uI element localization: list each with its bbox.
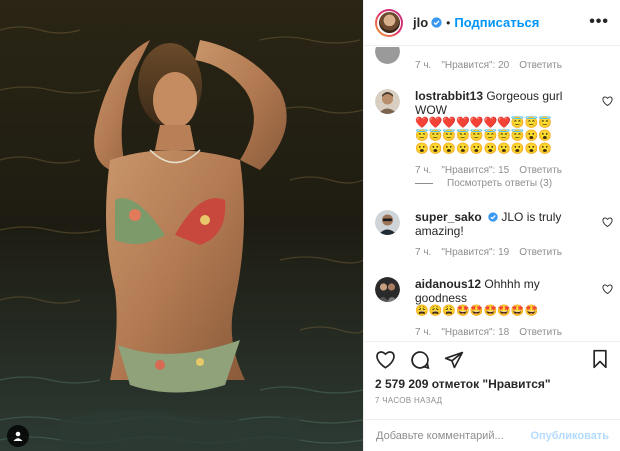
comment-username[interactable]: super_sako — [415, 210, 482, 224]
comment-item: aidanous12 Ohhhh my goodness 😩😩😩🤩🤩🤩🤩🤩🤩 7… — [375, 277, 615, 338]
comment-text: aidanous12 Ohhhh my goodness 😩😩😩🤩🤩🤩🤩🤩🤩 — [415, 277, 585, 318]
post-header: jlo • Подписаться ••• — [364, 0, 620, 46]
comment-likes[interactable]: "Нравится": 20 — [441, 60, 509, 71]
replies-line — [415, 183, 433, 184]
comment-likes[interactable]: "Нравится": 15 — [441, 165, 509, 176]
emoji-line: 😩😩😩🤩🤩🤩🤩🤩🤩 — [415, 305, 539, 317]
comments-list[interactable]: 7 ч. "Нравится": 20 Ответить lostrabbit1… — [364, 47, 620, 341]
commenter-avatar[interactable] — [375, 89, 400, 114]
bookmark-icon[interactable] — [591, 349, 609, 374]
comment-time: 7 ч. — [415, 327, 432, 338]
reply-button[interactable]: Ответить — [519, 327, 562, 338]
post-side-panel: jlo • Подписаться ••• 7 ч. "Нравится": 2… — [363, 0, 620, 451]
add-comment-bar: Опубликовать — [364, 419, 620, 451]
comment-username[interactable]: aidanous12 — [415, 277, 481, 291]
reply-button[interactable]: Ответить — [519, 60, 562, 71]
comment-likes[interactable]: "Нравится": 19 — [441, 247, 509, 258]
verified-badge-icon — [431, 17, 442, 28]
post-image — [0, 0, 363, 451]
emoji-line: 😇😇😇😇😇😇😇😇😮😮 — [415, 130, 552, 142]
commenter-avatar[interactable] — [375, 47, 400, 64]
small-heart-icon[interactable] — [602, 281, 613, 299]
comment-time: 7 ч. — [415, 165, 432, 176]
author-avatar-image — [378, 12, 400, 33]
emoji-line: ❤️❤️❤️❤️❤️❤️❤️😇😇😇 — [415, 117, 552, 129]
reply-button[interactable]: Ответить — [519, 165, 562, 176]
emoji-line: 😮😮😮😮😮😮😮😮😮😮 — [415, 143, 552, 155]
heart-icon[interactable] — [375, 350, 396, 369]
verified-badge-icon — [488, 212, 498, 222]
header-separator: • — [446, 15, 451, 30]
comment-meta: 7 ч. "Нравится": 20 Ответить — [415, 60, 615, 71]
comment-meta: 7 ч. "Нравится": 15 Ответить — [415, 165, 615, 176]
comment-item: lostrabbit13 Gorgeous gurl WOW ❤️❤️❤️❤️❤… — [375, 89, 615, 176]
follow-button[interactable]: Подписаться — [454, 15, 539, 30]
reply-button[interactable]: Ответить — [519, 247, 562, 258]
author-avatar[interactable] — [375, 8, 403, 37]
comment-meta: 7 ч. "Нравится": 18 Ответить — [415, 327, 615, 338]
comment-username[interactable]: lostrabbit13 — [415, 89, 483, 103]
post-photo[interactable] — [0, 0, 363, 451]
author-username[interactable]: jlo — [413, 15, 428, 30]
comment-text: super_sako JLO is truly amazing! — [415, 210, 585, 238]
comment-likes[interactable]: "Нравится": 18 — [441, 327, 509, 338]
comment-time: 7 ч. — [415, 247, 432, 258]
user-tag-icon — [13, 431, 23, 441]
view-replies-button[interactable]: Посмотреть ответы (3) — [415, 178, 552, 189]
comment-meta: 7 ч. "Нравится": 19 Ответить — [415, 247, 615, 258]
comment-text: lostrabbit13 Gorgeous gurl WOW ❤️❤️❤️❤️❤… — [415, 89, 585, 156]
more-options-icon[interactable]: ••• — [589, 13, 609, 31]
small-heart-icon[interactable] — [602, 93, 613, 111]
share-icon[interactable] — [444, 350, 464, 370]
comment-item: 7 ч. "Нравится": 20 Ответить — [375, 47, 615, 71]
post-time[interactable]: 7 ЧАСОВ НАЗАД — [375, 396, 442, 405]
comment-time: 7 ч. — [415, 60, 432, 71]
commenter-avatar[interactable] — [375, 277, 400, 302]
small-heart-icon[interactable] — [602, 214, 613, 232]
avatar-border — [377, 10, 401, 35]
view-replies-label: Посмотреть ответы (3) — [447, 178, 553, 189]
comment-icon[interactable] — [410, 350, 430, 370]
comment-item: super_sako JLO is truly amazing! 7 ч. "Н… — [375, 210, 615, 258]
commenter-avatar[interactable] — [375, 210, 400, 235]
comment-input[interactable] — [376, 429, 531, 442]
post-actions — [364, 341, 620, 377]
user-tag-button[interactable] — [7, 425, 29, 447]
publish-button[interactable]: Опубликовать — [530, 430, 609, 442]
likes-count[interactable]: 2 579 209 отметок "Нравится" — [375, 377, 551, 391]
